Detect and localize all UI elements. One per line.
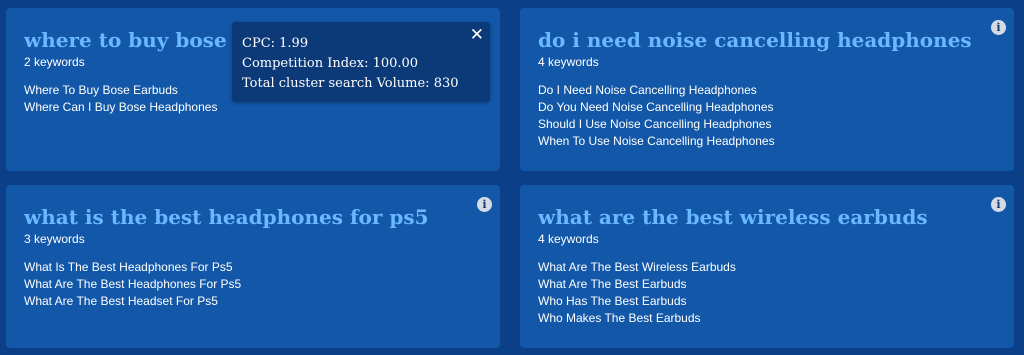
keyword-item: Do I Need Noise Cancelling Headphones: [538, 83, 757, 97]
keyword-count: 4 keywords: [538, 55, 599, 69]
keyword-count: 3 keywords: [24, 232, 85, 246]
keyword-item: What Are The Best Earbuds: [538, 277, 687, 291]
keyword-item: Who Makes The Best Earbuds: [538, 311, 701, 325]
keyword-list: What Are The Best Wireless Earbuds What …: [538, 259, 996, 327]
close-icon[interactable]: ✕: [470, 25, 484, 45]
keyword-item: Should I Use Noise Cancelling Headphones: [538, 117, 772, 131]
cluster-title: what are the best wireless earbuds: [538, 205, 928, 229]
cluster-title: do i need noise cancelling headphones: [538, 28, 972, 52]
cluster-card: what are the best wireless earbuds 4 key…: [520, 185, 1014, 348]
cluster-stats-tooltip: ✕ CPC: 1.99 Competition Index: 100.00 To…: [232, 22, 490, 102]
keyword-list: What Is The Best Headphones For Ps5 What…: [24, 259, 482, 310]
competition-index-value: Competition Index: 100.00: [242, 56, 419, 71]
cluster-card: do i need noise cancelling headphones 4 …: [520, 8, 1014, 171]
keyword-item: When To Use Noise Cancelling Headphones: [538, 134, 775, 148]
keyword-item: What Is The Best Headphones For Ps5: [24, 260, 233, 274]
cluster-card: what is the best headphones for ps5 3 ke…: [6, 185, 500, 348]
keyword-count: 4 keywords: [538, 232, 599, 246]
search-volume-value: Total cluster search Volume: 830: [242, 76, 459, 91]
keyword-item: What Are The Best Wireless Earbuds: [538, 260, 736, 274]
info-icon[interactable]: i: [991, 20, 1006, 35]
cpc-value: CPC: 1.99: [242, 36, 309, 51]
cluster-title: what is the best headphones for ps5: [24, 205, 429, 229]
info-icon[interactable]: i: [991, 197, 1006, 212]
keyword-item: What Are The Best Headset For Ps5: [24, 294, 218, 308]
keyword-list: Do I Need Noise Cancelling Headphones Do…: [538, 82, 996, 150]
keyword-item: Who Has The Best Earbuds: [538, 294, 687, 308]
keyword-item: Do You Need Noise Cancelling Headphones: [538, 100, 774, 114]
keyword-item: What Are The Best Headphones For Ps5: [24, 277, 242, 291]
info-icon[interactable]: i: [477, 197, 492, 212]
